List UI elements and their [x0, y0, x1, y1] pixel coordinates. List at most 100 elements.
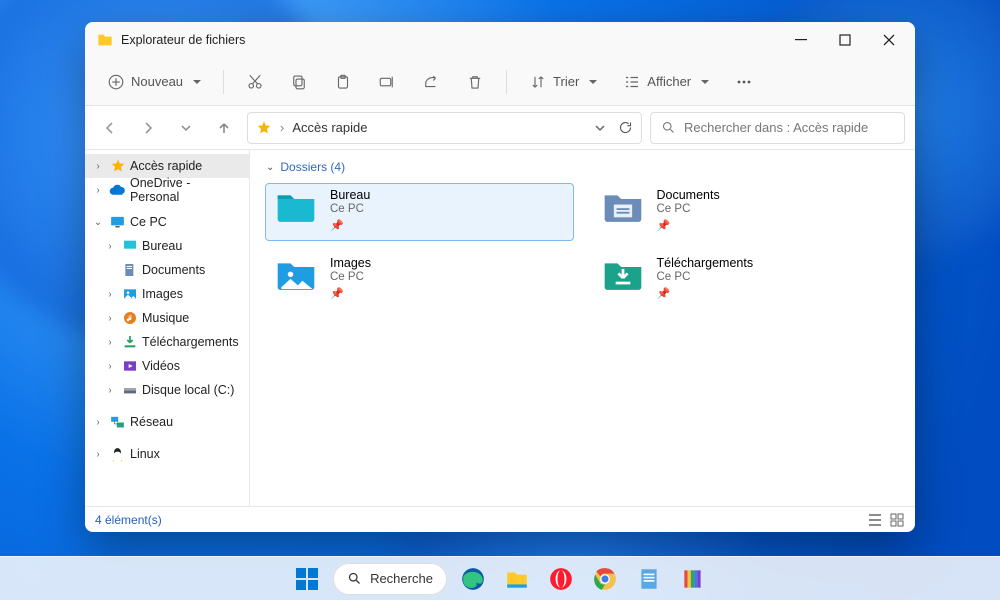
delete-button[interactable]: [456, 65, 494, 99]
search-icon: [347, 571, 362, 586]
documents-icon: [121, 262, 138, 279]
tile-downloads[interactable]: Téléchargements Ce PC 📌: [593, 252, 900, 308]
new-button[interactable]: Nouveau: [97, 65, 211, 99]
tile-sub: Ce PC: [657, 203, 720, 215]
pin-icon: 📌: [330, 287, 371, 300]
download-icon: [121, 334, 138, 351]
statusbar: 4 élément(s): [85, 506, 915, 532]
sidebar-item-thispc[interactable]: ⌄ Ce PC: [85, 210, 249, 234]
rename-icon: [378, 73, 396, 91]
desktop-icon: [121, 238, 138, 255]
large-icons-view-button[interactable]: [889, 512, 905, 528]
taskbar-search[interactable]: Recherche: [333, 563, 447, 595]
cut-button[interactable]: [236, 65, 274, 99]
rename-button[interactable]: [368, 65, 406, 99]
paste-icon: [334, 73, 352, 91]
tile-documents[interactable]: Documents Ce PC 📌: [593, 184, 900, 240]
forward-button[interactable]: [133, 113, 163, 143]
search-icon: [661, 120, 676, 135]
window-controls: [779, 22, 911, 58]
search-placeholder: Rechercher dans : Accès rapide: [684, 120, 868, 135]
folder-downloads-icon: [601, 256, 645, 296]
maximize-button[interactable]: [823, 22, 867, 58]
close-button[interactable]: [867, 22, 911, 58]
sidebar-item-local-disk[interactable]: ›Disque local (C:): [85, 378, 249, 402]
taskbar-explorer[interactable]: [499, 561, 535, 597]
chevron-down-icon: ⌄: [266, 162, 274, 173]
tile-images[interactable]: Images Ce PC 📌: [266, 252, 573, 308]
section-title: Dossiers (4): [280, 160, 345, 174]
taskbar-opera[interactable]: [543, 561, 579, 597]
share-button[interactable]: [412, 65, 450, 99]
sidebar-item-label: Vidéos: [142, 359, 180, 373]
address-bar[interactable]: › Accès rapide: [247, 112, 642, 144]
start-button[interactable]: [289, 561, 325, 597]
tile-name: Bureau: [330, 188, 370, 202]
sidebar-item-network[interactable]: ›Réseau: [85, 410, 249, 434]
taskbar-app-rainbow[interactable]: [675, 561, 711, 597]
sidebar-item-label: Réseau: [130, 415, 173, 429]
view-label: Afficher: [647, 74, 691, 89]
toolbar: Nouveau Trier Afficher: [85, 58, 915, 106]
taskbar-search-label: Recherche: [370, 571, 433, 586]
refresh-button[interactable]: [618, 120, 633, 135]
plus-circle-icon: [107, 73, 125, 91]
videos-icon: [121, 358, 138, 375]
drive-icon: [121, 382, 138, 399]
breadcrumb: Accès rapide: [292, 120, 367, 135]
file-explorer-window: Explorateur de fichiers Nouveau Trier Af…: [85, 22, 915, 532]
back-button[interactable]: [95, 113, 125, 143]
sort-button[interactable]: Trier: [519, 65, 607, 99]
tile-sub: Ce PC: [330, 271, 371, 283]
up-button[interactable]: [209, 113, 239, 143]
sidebar-item-label: Bureau: [142, 239, 182, 253]
music-icon: [121, 310, 138, 327]
taskbar-edge[interactable]: [455, 561, 491, 597]
chevron-right-icon: ›: [91, 185, 105, 196]
more-button[interactable]: [725, 65, 763, 99]
sidebar-item-videos[interactable]: ›Vidéos: [85, 354, 249, 378]
details-view-button[interactable]: [867, 512, 883, 528]
tile-bureau[interactable]: Bureau Ce PC 📌: [266, 184, 573, 240]
pin-icon: 📌: [657, 219, 720, 232]
view-button[interactable]: Afficher: [613, 65, 719, 99]
section-header[interactable]: ⌄ Dossiers (4): [266, 160, 905, 174]
recent-dropdown[interactable]: [171, 113, 201, 143]
tile-name: Téléchargements: [657, 256, 754, 270]
pin-icon: 📌: [657, 287, 754, 300]
linux-icon: [109, 446, 126, 463]
sidebar-item-music[interactable]: ›Musique: [85, 306, 249, 330]
content-pane: ⌄ Dossiers (4) Bureau Ce PC 📌 Documents: [250, 150, 915, 506]
sidebar-item-linux[interactable]: ›Linux: [85, 442, 249, 466]
search-box[interactable]: Rechercher dans : Accès rapide: [650, 112, 905, 144]
taskbar-notepad[interactable]: [631, 561, 667, 597]
sidebar-item-label: Images: [142, 287, 183, 301]
address-dropdown[interactable]: [594, 122, 606, 134]
folder-images-icon: [274, 256, 318, 296]
taskbar: Recherche: [0, 556, 1000, 600]
sidebar: › Accès rapide › OneDrive - Personal ⌄ C…: [85, 150, 250, 506]
taskbar-chrome[interactable]: [587, 561, 623, 597]
star-icon: [256, 120, 272, 136]
star-icon: [109, 158, 126, 175]
sidebar-item-quick-access[interactable]: › Accès rapide: [85, 154, 249, 178]
minimize-button[interactable]: [779, 22, 823, 58]
sidebar-item-onedrive[interactable]: › OneDrive - Personal: [85, 178, 249, 202]
tile-name: Documents: [657, 188, 720, 202]
sidebar-item-label: Téléchargements: [142, 335, 239, 349]
sidebar-item-label: Ce PC: [130, 215, 167, 229]
folder-desktop-icon: [274, 188, 318, 228]
cloud-icon: [109, 182, 126, 199]
folder-documents-icon: [601, 188, 645, 228]
sidebar-item-desktop[interactable]: ›Bureau: [85, 234, 249, 258]
navbar: › Accès rapide Rechercher dans : Accès r…: [85, 106, 915, 150]
sidebar-item-images[interactable]: ›Images: [85, 282, 249, 306]
copy-button[interactable]: [280, 65, 318, 99]
images-icon: [121, 286, 138, 303]
sidebar-item-documents[interactable]: Documents: [85, 258, 249, 282]
new-label: Nouveau: [131, 74, 183, 89]
sort-label: Trier: [553, 74, 579, 89]
sidebar-item-label: Musique: [142, 311, 189, 325]
sidebar-item-downloads[interactable]: ›Téléchargements: [85, 330, 249, 354]
paste-button[interactable]: [324, 65, 362, 99]
